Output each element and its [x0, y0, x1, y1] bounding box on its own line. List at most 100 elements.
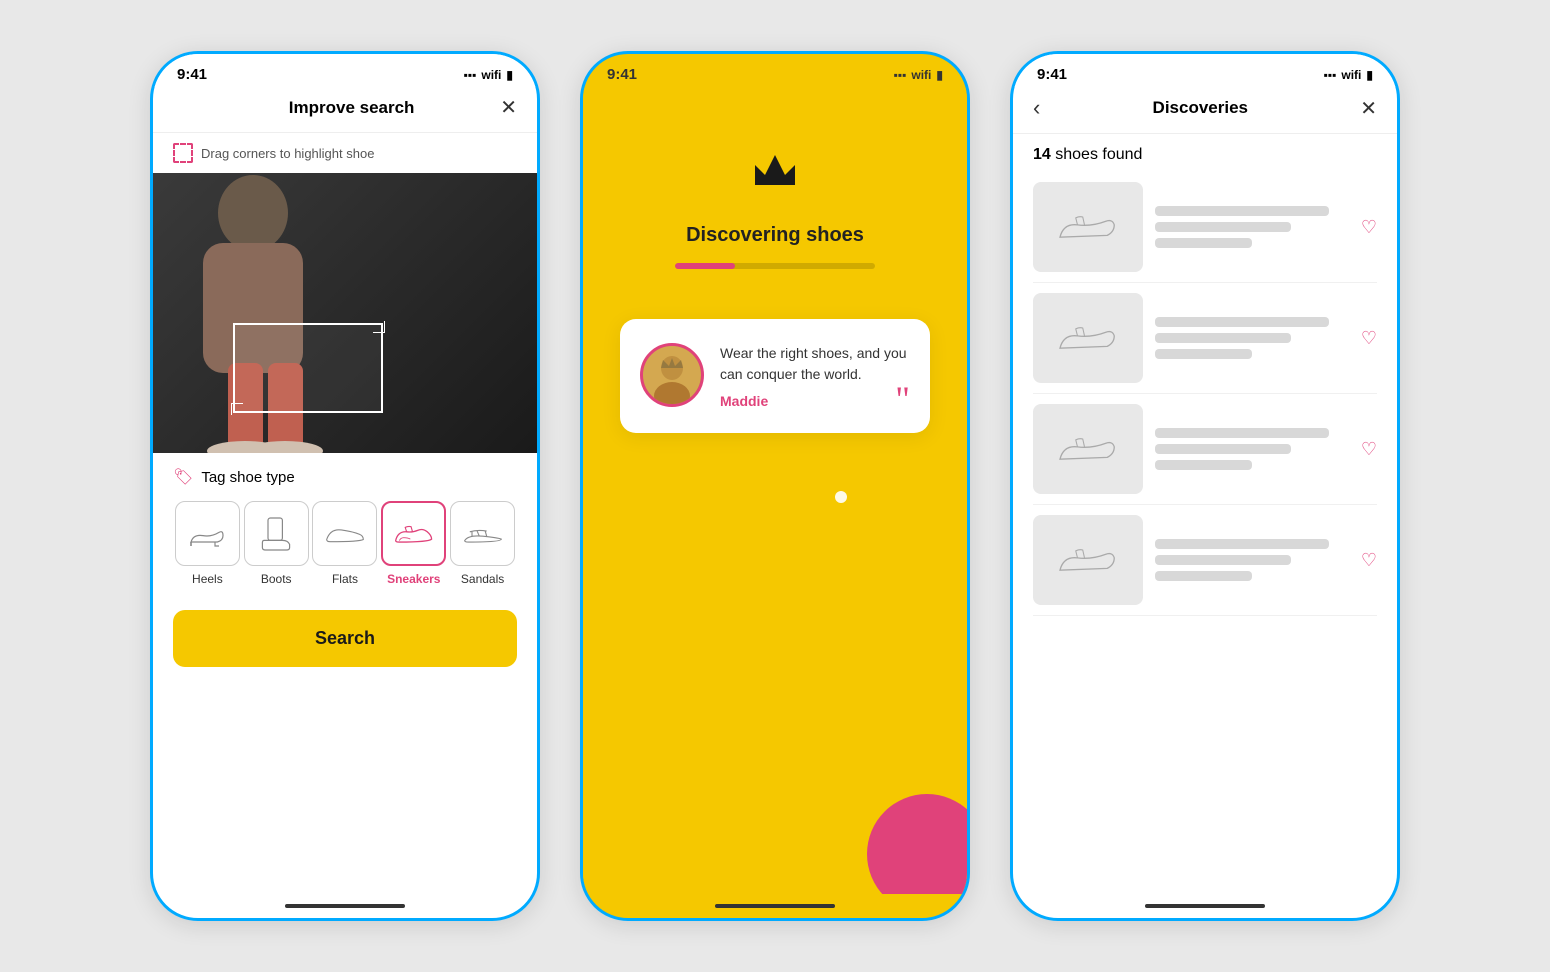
status-icons-3: ▪▪▪ wifi ▮ — [1324, 68, 1373, 82]
progress-bar-container — [675, 263, 875, 269]
wifi-icon-3: wifi — [1341, 68, 1361, 82]
shoe-type-heels[interactable]: Heels — [175, 501, 240, 586]
placeholder-line — [1155, 333, 1291, 343]
shoe-type-flats[interactable]: Flats — [312, 501, 377, 586]
result-info — [1155, 317, 1349, 359]
sneakers-icon — [392, 519, 436, 549]
heart-icon[interactable]: ♡ — [1361, 439, 1377, 460]
phone1-main: Improve search ✕ Drag corners to highlig… — [153, 87, 537, 894]
result-item[interactable]: ♡ — [1033, 394, 1377, 505]
placeholder-line — [1155, 444, 1291, 454]
phone-2: 9:41 ▪▪▪ wifi ▮ Discovering shoes — [580, 51, 970, 921]
heart-icon[interactable]: ♡ — [1361, 550, 1377, 571]
placeholder-line — [1155, 238, 1252, 248]
avatar-image — [643, 346, 701, 404]
boots-icon — [256, 514, 296, 554]
wifi-icon-2: wifi — [911, 68, 931, 82]
phone1-title: Improve search — [289, 98, 415, 118]
shoe-type-sneakers[interactable]: Sneakers — [381, 501, 446, 586]
tag-title-area: 🏷 Tag shoe type — [173, 467, 517, 487]
sandals-box[interactable] — [450, 501, 515, 566]
result-info — [1155, 539, 1349, 581]
crown-logo — [750, 147, 800, 189]
sandals-label: Sandals — [461, 572, 504, 586]
result-info — [1155, 206, 1349, 248]
sandals-icon — [461, 519, 505, 549]
heels-box[interactable] — [175, 501, 240, 566]
discoveries-title: Discoveries — [1153, 98, 1248, 118]
placeholder-line — [1155, 555, 1291, 565]
found-number: 14 — [1033, 146, 1051, 163]
phone3-main: ‹ Discoveries ✕ 14 shoes found — [1013, 87, 1397, 894]
placeholder-line — [1155, 428, 1329, 438]
selection-rectangle[interactable] — [233, 323, 383, 413]
drag-corners-icon — [173, 143, 193, 163]
result-item[interactable]: ♡ — [1033, 172, 1377, 283]
home-indicator-3 — [1013, 894, 1397, 918]
placeholder-line — [1155, 571, 1252, 581]
signal-icon-2: ▪▪▪ — [894, 68, 907, 82]
signal-icon: ▪▪▪ — [464, 68, 477, 82]
result-item[interactable]: ♡ — [1033, 505, 1377, 616]
close-button-3[interactable]: ✕ — [1360, 96, 1377, 121]
back-button[interactable]: ‹ — [1033, 95, 1040, 121]
pink-circle — [867, 794, 967, 894]
quote-text: Wear the right shoes, and you can conque… — [720, 343, 910, 385]
phone-3: 9:41 ▪▪▪ wifi ▮ ‹ Discoveries ✕ 14 shoes… — [1010, 51, 1400, 921]
found-label: shoes found — [1055, 146, 1142, 163]
result-thumbnail — [1033, 293, 1143, 383]
home-indicator-2 — [583, 894, 967, 918]
shoe-thumbnail-icon — [1053, 316, 1123, 361]
flats-box[interactable] — [312, 501, 377, 566]
phone1-header: Improve search ✕ — [153, 87, 537, 133]
flats-icon — [323, 520, 367, 548]
status-bar-3: 9:41 ▪▪▪ wifi ▮ — [1013, 54, 1397, 87]
drag-hint-text: Drag corners to highlight shoe — [201, 146, 374, 161]
progress-bar-fill — [675, 263, 735, 269]
phone2-main: Discovering shoes Wear the right shoes, … — [583, 87, 967, 894]
sneakers-box[interactable] — [381, 501, 446, 566]
boots-label: Boots — [261, 572, 292, 586]
signal-icon-3: ▪▪▪ — [1324, 68, 1337, 82]
boots-box[interactable] — [244, 501, 309, 566]
phone3-header: ‹ Discoveries ✕ — [1013, 87, 1397, 134]
heels-label: Heels — [192, 572, 223, 586]
search-button[interactable]: Search — [173, 610, 517, 667]
close-button-1[interactable]: ✕ — [500, 95, 517, 120]
heels-icon — [187, 518, 227, 550]
avatar-circle — [640, 343, 704, 407]
tag-icon: 🏷 — [173, 467, 193, 487]
placeholder-line — [1155, 460, 1252, 470]
time-1: 9:41 — [177, 66, 207, 83]
corner-handles — [373, 321, 385, 333]
shoe-type-boots[interactable]: Boots — [244, 501, 309, 586]
battery-icon-3: ▮ — [1366, 68, 1373, 82]
status-bar-1: 9:41 ▪▪▪ wifi ▮ — [153, 54, 537, 87]
heart-icon[interactable]: ♡ — [1361, 217, 1377, 238]
result-thumbnail — [1033, 404, 1143, 494]
time-3: 9:41 — [1037, 66, 1067, 83]
result-item[interactable]: ♡ — [1033, 283, 1377, 394]
discovering-text: Discovering shoes — [686, 224, 864, 247]
result-thumbnail — [1033, 182, 1143, 272]
quote-text-area: Wear the right shoes, and you can conque… — [720, 343, 910, 409]
placeholder-line — [1155, 317, 1329, 327]
shoe-type-sandals[interactable]: Sandals — [450, 501, 515, 586]
shoe-thumbnail-icon — [1053, 205, 1123, 250]
corner-handle-bl — [231, 403, 243, 415]
result-actions: ♡ — [1361, 439, 1377, 460]
shoe-thumbnail-icon — [1053, 538, 1123, 583]
photo-area[interactable] — [153, 173, 537, 453]
shoe-thumbnail-icon — [1053, 427, 1123, 472]
home-bar-1 — [285, 904, 405, 908]
result-thumbnail — [1033, 515, 1143, 605]
quote-marks: " — [895, 381, 910, 417]
status-bar-2: 9:41 ▪▪▪ wifi ▮ — [583, 54, 967, 87]
quote-author: Maddie — [720, 393, 910, 409]
heart-icon[interactable]: ♡ — [1361, 328, 1377, 349]
battery-icon: ▮ — [506, 68, 513, 82]
home-bar-3 — [1145, 904, 1265, 908]
tag-section: 🏷 Tag shoe type Heels — [153, 453, 537, 596]
result-info — [1155, 428, 1349, 470]
time-2: 9:41 — [607, 66, 637, 83]
